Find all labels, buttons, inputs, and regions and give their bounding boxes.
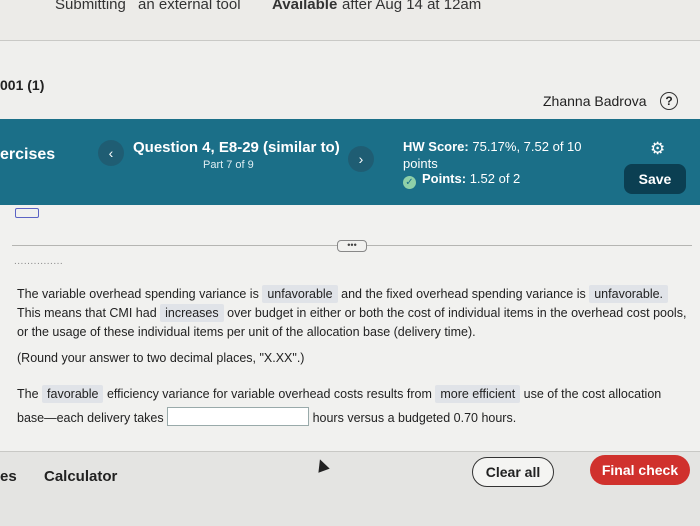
hw-score-value: 75.17%, 7.52 of 10 [472, 139, 582, 154]
final-check-button[interactable]: Final check [590, 455, 690, 485]
submitting-text: Submitting [55, 0, 126, 13]
hw-score-unit: points [403, 156, 438, 171]
question-part: Part 7 of 9 [203, 159, 254, 171]
question-content: ••• ............... The variable overhea… [0, 205, 700, 451]
save-button[interactable]: Save [624, 164, 686, 194]
question-points: ✓ Points: 1.52 of 2 [403, 171, 520, 189]
help-icon[interactable]: ? [660, 92, 678, 110]
points-value: 1.52 of 2 [469, 171, 521, 186]
previous-question-button[interactable]: ‹ [98, 140, 124, 166]
user-name[interactable]: Zhanna Badrova [543, 93, 647, 109]
text-segment: and the fixed overhead spending variance… [341, 287, 586, 301]
partial-credit-icon: ✓ [403, 176, 416, 189]
points-label: Points: [422, 171, 467, 186]
mouse-cursor-icon [314, 457, 330, 473]
available-date: after Aug 14 at 12am [342, 0, 482, 13]
text-segment: The [17, 387, 39, 401]
answer-efficiency-type[interactable]: favorable [42, 385, 104, 403]
footer-bar: es Calculator Clear all Final check [0, 451, 700, 526]
variance-explanation: The variable overhead spending variance … [17, 285, 687, 342]
answer-cost-change[interactable]: increases [160, 304, 224, 322]
hw-score: HW Score: 75.17%, 7.52 of 10 points [403, 138, 582, 172]
keyboard-icon[interactable] [15, 208, 39, 218]
answer-efficiency-usage[interactable]: more efficient [435, 385, 521, 403]
question-title: Question 4, E8-29 (similar to) [133, 139, 340, 156]
external-tool-text: an external tool [138, 0, 241, 13]
calculator-button[interactable]: Calculator [44, 468, 117, 485]
answer-spending-fixed[interactable]: unfavorable. [589, 285, 669, 303]
text-segment: efficiency variance for variable overhea… [106, 387, 432, 401]
hw-score-label: HW Score: [403, 139, 469, 154]
question-header-bar: ercises ‹ Question 4, E8-29 (similar to)… [0, 119, 700, 205]
text-segment: hours versus a budgeted 0.70 hours. [312, 411, 517, 425]
hours-input[interactable] [167, 407, 310, 426]
efficiency-explanation: The favorable efficiency variance for va… [17, 382, 687, 430]
gear-icon[interactable]: ⚙ [650, 139, 665, 159]
more-options-button[interactable]: ••• [337, 240, 367, 252]
top-strip: Submitting an external tool Available af… [0, 0, 700, 40]
next-question-button[interactable]: › [348, 146, 374, 172]
text-segment: This means that CMI had [17, 306, 157, 320]
course-name[interactable]: 001 (1) [0, 77, 44, 93]
available-label: Available [272, 0, 338, 13]
course-row: 001 (1) Zhanna Badrova ? [0, 41, 700, 119]
faded-prior-text: ............... [14, 256, 64, 267]
answer-spending-variable[interactable]: unfavorable [262, 285, 338, 303]
footer-left-label[interactable]: es [0, 468, 17, 485]
text-segment: The variable overhead spending variance … [17, 287, 259, 301]
clear-all-button[interactable]: Clear all [472, 457, 554, 487]
exercises-label[interactable]: ercises [0, 146, 55, 164]
rounding-note: (Round your answer to two decimal places… [17, 351, 305, 365]
